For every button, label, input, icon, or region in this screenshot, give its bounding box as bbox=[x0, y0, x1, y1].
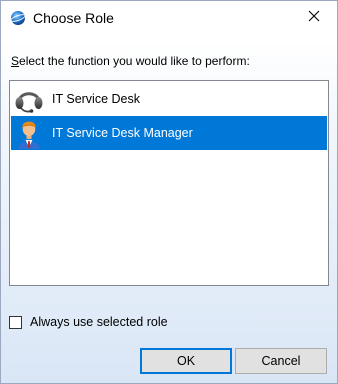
title-bar[interactable]: Choose Role bbox=[1, 1, 337, 35]
app-globe-icon bbox=[10, 10, 26, 26]
cancel-button[interactable]: Cancel bbox=[235, 348, 327, 374]
headset-icon bbox=[13, 83, 45, 115]
always-use-row[interactable]: Always use selected role bbox=[9, 315, 168, 329]
close-icon bbox=[308, 10, 320, 25]
role-list[interactable]: IT Service Desk IT Service Desk Manager bbox=[9, 80, 329, 286]
manager-person-icon bbox=[13, 117, 45, 149]
role-item-label: IT Service Desk bbox=[52, 92, 140, 106]
instruction-label: Select the function you would like to pe… bbox=[11, 54, 250, 68]
close-button[interactable] bbox=[291, 1, 337, 33]
window-title: Choose Role bbox=[33, 10, 114, 26]
role-item-it-service-desk-manager[interactable]: IT Service Desk Manager bbox=[11, 116, 327, 150]
instruction-text: elect the function you would like to per… bbox=[19, 54, 250, 68]
always-use-checkbox[interactable] bbox=[9, 315, 22, 329]
role-item-it-service-desk[interactable]: IT Service Desk bbox=[11, 82, 327, 116]
role-item-label: IT Service Desk Manager bbox=[52, 126, 193, 140]
ok-button[interactable]: OK bbox=[140, 348, 232, 374]
choose-role-dialog: Choose Role Select the function you woul… bbox=[0, 0, 338, 384]
instruction-accelerator: S bbox=[11, 54, 20, 68]
always-use-label[interactable]: Always use selected role bbox=[30, 315, 168, 329]
